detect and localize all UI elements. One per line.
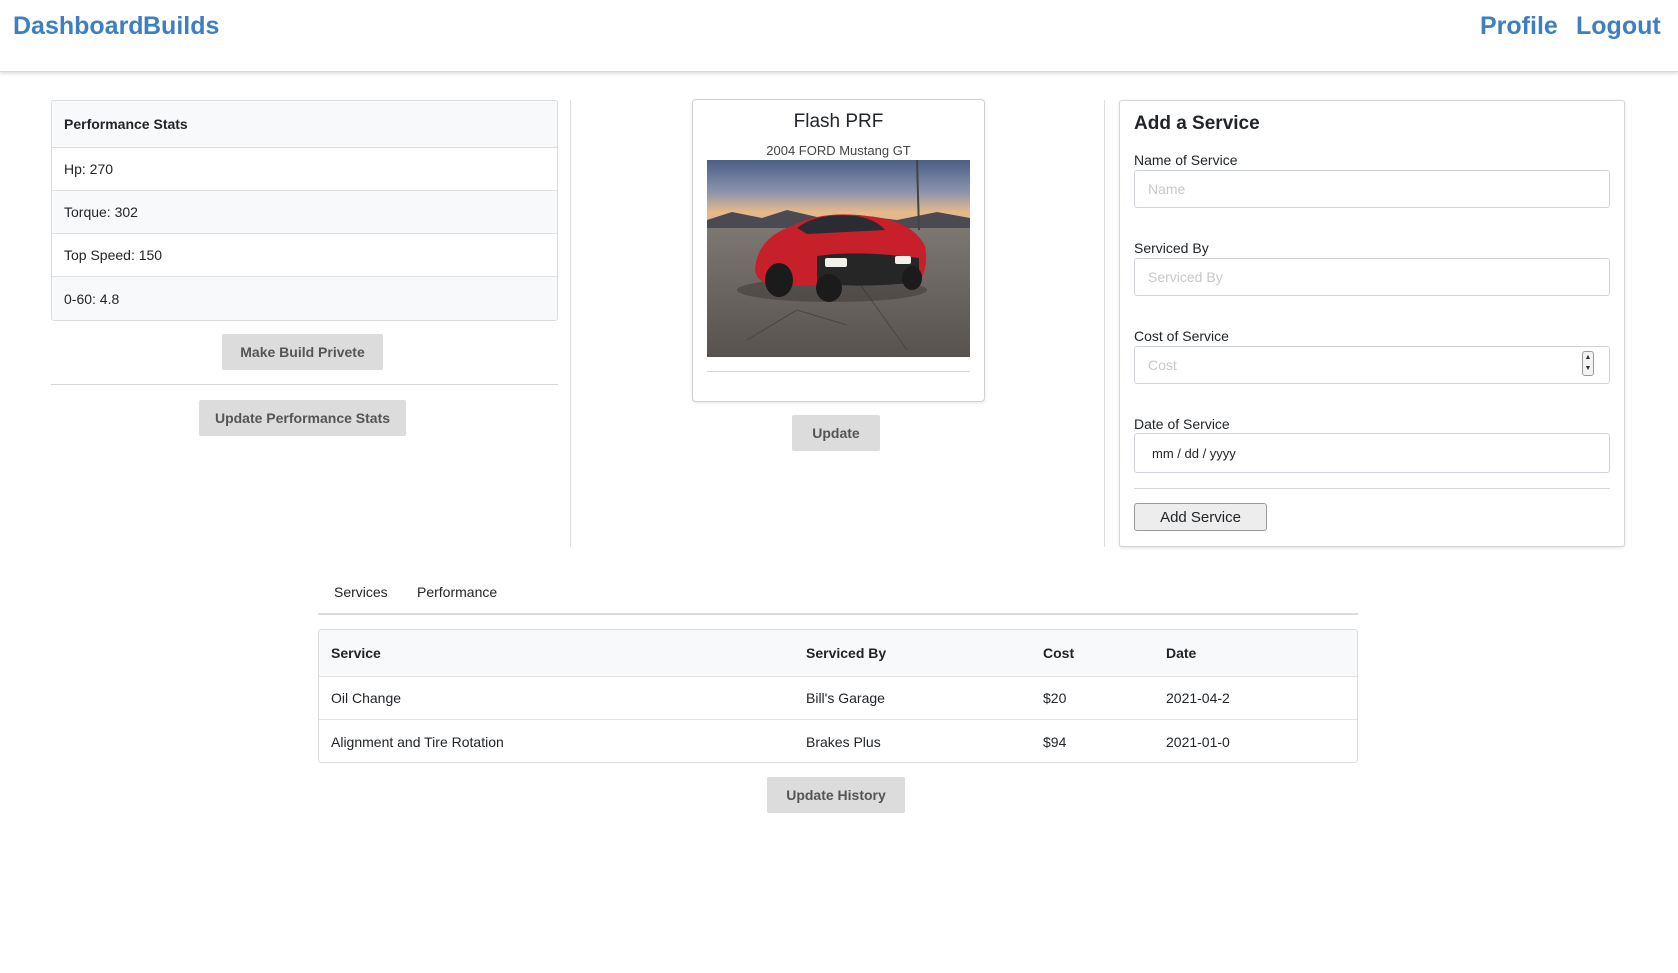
cost-input[interactable]	[1134, 346, 1610, 384]
column-divider	[570, 100, 571, 547]
table-cell-date: 2021-01-0	[1166, 733, 1230, 750]
nav-builds-link[interactable]: Builds	[143, 12, 219, 41]
column-divider	[1104, 100, 1105, 547]
nav-dashboard-link[interactable]: Dashboard	[13, 12, 144, 41]
table-cell-date: 2021-04-2	[1166, 690, 1230, 706]
stat-torque: Torque: 302	[52, 191, 557, 234]
cost-label: Cost of Service	[1134, 328, 1229, 344]
service-history-table: Service Serviced By Cost Date Oil Change…	[318, 629, 1358, 763]
car-photo	[707, 160, 970, 357]
make-build-private-button[interactable]: Make Build Privete	[222, 334, 383, 370]
tab-performance[interactable]: Performance	[417, 584, 497, 600]
date-input[interactable]: mm / dd / yyyy	[1134, 433, 1610, 473]
add-service-form: Add a Service Name of Service Serviced B…	[1119, 100, 1625, 547]
performance-stats-title: Performance Stats	[52, 101, 557, 148]
table-cell-serviced-by: Bill's Garage	[806, 690, 885, 706]
table-cell-service: Oil Change	[331, 690, 402, 706]
add-service-button[interactable]: Add Service	[1134, 503, 1267, 531]
nav-logout-link[interactable]: Logout	[1576, 12, 1661, 41]
column-header-serviced-by: Serviced By	[806, 645, 887, 661]
performance-stats-card: Performance Stats Hp: 270 Torque: 302 To…	[51, 100, 558, 321]
top-navbar: Dashboard Builds Profile Logout	[0, 0, 1678, 72]
date-label: Date of Service	[1134, 416, 1230, 432]
update-history-button[interactable]: Update History	[767, 777, 905, 813]
table-cell-cost: $94	[1043, 733, 1067, 750]
nav-profile-link[interactable]: Profile	[1480, 12, 1558, 41]
table-header-row: Service Serviced By Cost Date	[319, 630, 1357, 677]
tab-services[interactable]: Services	[334, 584, 388, 600]
update-performance-stats-button[interactable]: Update Performance Stats	[199, 400, 406, 436]
stat-hp: Hp: 270	[52, 148, 557, 191]
build-card: Flash PRF 2004 FORD Mustang GT	[692, 99, 985, 402]
serviced-by-input[interactable]	[1134, 258, 1610, 296]
serviced-by-label: Serviced By	[1134, 240, 1209, 256]
divider	[1134, 488, 1610, 489]
chevron-down-icon[interactable]: ▼	[1583, 363, 1593, 374]
chevron-up-icon[interactable]: ▲	[1583, 352, 1593, 363]
table-cell-service: Alignment and Tire Rotation	[331, 733, 504, 750]
add-service-title: Add a Service	[1134, 113, 1260, 134]
build-subtitle: 2004 FORD Mustang GT	[766, 143, 911, 158]
table-row: Alignment and Tire Rotation Brakes Plus …	[319, 720, 1357, 762]
cost-stepper[interactable]: ▲ ▼	[1582, 351, 1594, 376]
update-build-button[interactable]: Update	[792, 415, 880, 451]
service-name-label: Name of Service	[1134, 152, 1238, 168]
column-header-service: Service	[331, 645, 381, 661]
tab-divider	[318, 613, 1358, 615]
divider	[51, 384, 558, 385]
stat-top-speed: Top Speed: 150	[52, 234, 557, 277]
table-cell-cost: $20	[1043, 690, 1067, 706]
column-header-cost: Cost	[1043, 645, 1075, 661]
divider	[707, 371, 970, 372]
stat-zero-to-sixty: 0-60: 4.8	[52, 277, 557, 320]
service-name-input[interactable]	[1134, 170, 1610, 208]
table-cell-serviced-by: Brakes Plus	[806, 733, 881, 750]
table-row: Oil Change Bill's Garage $20 2021-04-2	[319, 677, 1357, 720]
build-name: Flash PRF	[793, 111, 884, 132]
column-header-date: Date	[1166, 645, 1197, 661]
